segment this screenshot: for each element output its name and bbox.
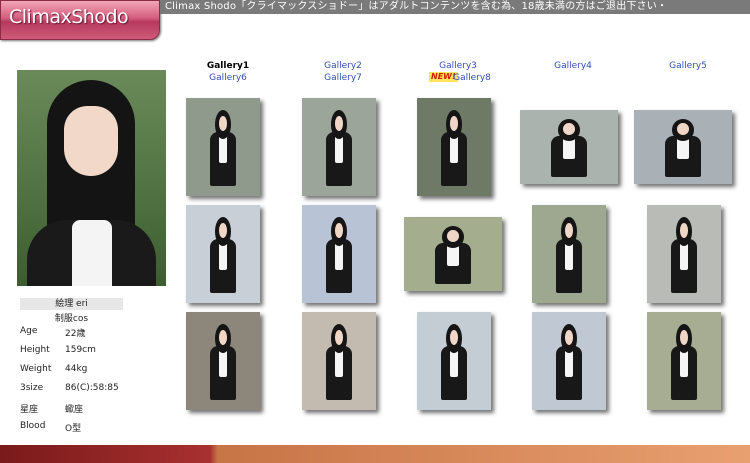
gallery-thumbnail[interactable] [186, 205, 260, 303]
gallery-thumbnail[interactable] [532, 205, 606, 303]
profile-photo [17, 70, 166, 286]
adult-notice-text: Climax Shodo「クライマックスショドー」はアダルトコンテンツを含む為、… [165, 1, 668, 12]
stat-label-3size: 3size [20, 383, 44, 393]
gallery-link-4[interactable]: Gallery4 [554, 61, 592, 71]
stat-value-zodiac: 蠍座 [65, 405, 84, 415]
gallery-thumbnail[interactable] [186, 312, 260, 410]
gallery-thumbnail[interactable] [302, 312, 376, 410]
gallery-thumbnail[interactable] [417, 98, 491, 196]
gallery-thumbnail[interactable] [647, 312, 721, 410]
stat-value-3size: 86(C):58:85 [65, 383, 119, 393]
gallery-thumbnail[interactable] [186, 98, 260, 196]
stat-value-height: 159cm [65, 345, 96, 355]
stat-label-height: Height [20, 345, 50, 355]
gallery-thumbnail[interactable] [647, 205, 721, 303]
stat-row: Weight 44kg [20, 364, 160, 383]
stat-label-zodiac: 星座 [20, 405, 39, 415]
stat-row: Blood O型 [20, 421, 160, 440]
stat-label-weight: Weight [20, 364, 52, 374]
logo-text: ClimaxShodo [9, 6, 129, 28]
site-logo[interactable]: ClimaxShodo [0, 0, 160, 40]
gallery-link-2[interactable]: Gallery2 [324, 61, 362, 71]
stat-row: Age 22歳 [20, 326, 160, 345]
gallery-thumbnail[interactable] [634, 110, 732, 184]
gallery-link-7[interactable]: Gallery7 [324, 73, 362, 83]
stat-row: 3size 86(C):58:85 [20, 383, 160, 402]
profile-stats: Age 22歳 Height 159cm Weight 44kg 3size 8… [20, 326, 160, 440]
gallery-link-1[interactable]: Gallery1 [183, 61, 273, 71]
gallery-thumbnail[interactable] [417, 312, 491, 410]
model-subtitle: 制服cos [54, 314, 89, 324]
stat-row: Height 159cm [20, 345, 160, 364]
stat-value-age: 22歳 [65, 329, 86, 339]
gallery-link-3[interactable]: Gallery3 [439, 61, 477, 71]
gallery-thumbnail[interactable] [532, 312, 606, 410]
gallery-link-5[interactable]: Gallery5 [669, 61, 707, 71]
stat-label-age: Age [20, 326, 38, 336]
gallery-thumbnail[interactable] [302, 205, 376, 303]
stat-value-weight: 44kg [65, 364, 88, 374]
stat-label-blood: Blood [20, 421, 46, 431]
footer-bar [0, 445, 750, 463]
stat-value-blood: O型 [65, 424, 82, 434]
gallery-link-6[interactable]: Gallery6 [209, 73, 247, 83]
model-name: 絵理 eri [20, 298, 123, 310]
stat-row: 星座 蠍座 [20, 402, 160, 421]
gallery-thumbnail[interactable] [302, 98, 376, 196]
gallery-thumbnail[interactable] [404, 217, 502, 291]
gallery-link-8[interactable]: Gallery8 [453, 73, 491, 83]
gallery-thumbnail[interactable] [520, 110, 618, 184]
